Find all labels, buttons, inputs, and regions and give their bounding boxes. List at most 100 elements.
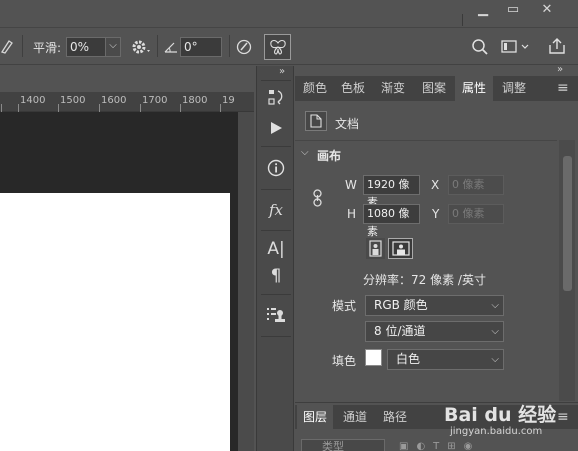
ruler-tick: 1800	[182, 95, 208, 106]
butterfly-icon	[270, 40, 286, 55]
fill-label: 填色	[332, 354, 357, 368]
gear-icon[interactable]	[130, 38, 152, 56]
layer-filter-text: 类型	[322, 440, 344, 451]
layer-filter-select[interactable]: 类型	[301, 439, 385, 451]
minimize-button[interactable]: ▁	[468, 0, 498, 20]
document-type-button	[305, 111, 327, 131]
height-label: H	[347, 207, 357, 221]
properties-scroll-thumb[interactable]	[563, 156, 572, 291]
document-icon	[310, 114, 322, 128]
angle-icon	[164, 42, 177, 53]
width-label: W	[345, 178, 357, 192]
divider	[462, 14, 463, 26]
height-input[interactable]: 1080 像素	[363, 204, 420, 238]
smooth-label: 平滑:	[33, 41, 62, 55]
watermark-brand: Bai du 经验	[444, 404, 557, 426]
y-input[interactable]: 0 像素	[448, 204, 504, 224]
landscape-icon	[392, 241, 410, 256]
chevron-down-icon: ⌵	[491, 354, 499, 365]
character-icon[interactable]: A|	[257, 239, 295, 259]
tab-color[interactable]: 颜色	[297, 76, 333, 101]
tab-layers[interactable]: 图层	[297, 405, 333, 429]
mode-label: 模式	[332, 299, 357, 313]
play-icon[interactable]	[268, 120, 284, 136]
fill-color-swatch[interactable]	[365, 349, 382, 366]
tab-gradients[interactable]: 渐变	[375, 76, 411, 101]
clone-source-icon[interactable]	[266, 306, 286, 324]
section-title: 画布	[317, 149, 342, 163]
angle-input[interactable]: 0°	[180, 37, 222, 57]
history-icon[interactable]	[267, 88, 285, 106]
divider	[261, 336, 291, 337]
divider	[261, 230, 291, 231]
chevron-down-icon[interactable]: ⌵	[301, 147, 309, 158]
watermark-url: jingyan.baidu.com	[450, 426, 543, 437]
tab-adjustments[interactable]: 调整	[495, 76, 533, 101]
collapsed-panel-dock: » fx A| ¶	[256, 66, 294, 451]
chevron-down-icon: ⌵	[491, 326, 499, 337]
document-canvas[interactable]	[0, 193, 230, 451]
divider	[261, 146, 291, 147]
mode-select[interactable]: RGB 颜色 ⌵	[365, 295, 504, 316]
pressure-icon[interactable]	[236, 38, 254, 56]
close-button[interactable]: ✕	[532, 0, 562, 20]
ruler-mark	[18, 104, 19, 112]
share-icon[interactable]	[548, 37, 566, 55]
fill-value: 白色	[396, 352, 421, 366]
tab-swatches[interactable]: 色板	[335, 76, 371, 101]
watermark: Bai du 经验 jingyan.baidu.com	[440, 384, 578, 446]
link-icon[interactable]	[312, 189, 324, 207]
chevron-down-icon: ⌵	[491, 300, 499, 311]
title-bar: ▁ ▭ ✕	[0, 0, 578, 26]
search-icon[interactable]	[471, 38, 489, 56]
ruler-mark	[140, 104, 141, 112]
properties-panel: » 颜色 色板 渐变 图案 属性 调整 ≡ 文档 ⌵ 画布 W 1920 像素 …	[295, 64, 578, 401]
info-icon[interactable]	[267, 159, 285, 177]
collapse-arrows-icon[interactable]: »	[557, 64, 563, 75]
options-bar: 平滑: 0% ⌵ 0°	[0, 27, 578, 65]
ruler-mark	[58, 104, 59, 112]
bit-depth-value: 8 位/通道	[374, 324, 426, 338]
brush-icon[interactable]	[0, 37, 14, 55]
separator	[157, 35, 158, 57]
separator	[22, 35, 23, 57]
ruler-tick: 1500	[60, 95, 86, 106]
tab-properties[interactable]: 属性	[455, 76, 493, 101]
ruler-tick: 1700	[142, 95, 168, 106]
smooth-input[interactable]: 0%	[66, 37, 106, 57]
doc-label: 文档	[335, 117, 360, 131]
tab-paths[interactable]: 路径	[377, 405, 413, 429]
ruler-mark	[1, 104, 2, 112]
maximize-button[interactable]: ▭	[498, 0, 528, 20]
x-label: X	[431, 178, 440, 192]
mode-value: RGB 颜色	[374, 298, 428, 312]
tab-channels[interactable]: 通道	[337, 405, 373, 429]
ruler-tick: 1400	[20, 95, 46, 106]
ruler-tick: 19	[222, 95, 235, 106]
workspace-icon[interactable]	[501, 39, 531, 55]
horizontal-ruler: 1400 1500 1600 1700 1800 19	[0, 92, 254, 112]
separator	[229, 35, 230, 57]
ruler-mark	[99, 104, 100, 112]
divider	[295, 140, 557, 141]
paragraph-icon[interactable]: ¶	[257, 266, 295, 286]
portrait-button[interactable]	[366, 238, 385, 259]
width-input[interactable]: 1920 像素	[363, 175, 420, 209]
panel-menu-icon[interactable]: ≡	[557, 80, 569, 96]
fx-icon[interactable]: fx	[257, 201, 295, 219]
landscape-button[interactable]	[388, 238, 413, 259]
portrait-icon	[369, 240, 382, 257]
x-input[interactable]: 0 像素	[448, 175, 504, 195]
panel-tab-bar: 颜色 色板 渐变 图案 属性 调整 ≡	[295, 76, 578, 101]
ruler-mark	[180, 104, 181, 112]
ruler-tick: 1600	[101, 95, 127, 106]
collapse-arrows-icon[interactable]: »	[279, 66, 285, 77]
y-label: Y	[432, 207, 440, 221]
ruler-mark	[220, 104, 221, 112]
canvas-scrollbar[interactable]	[238, 112, 254, 451]
bit-depth-select[interactable]: 8 位/通道 ⌵	[365, 321, 504, 342]
fill-select[interactable]: 白色 ⌵	[387, 349, 504, 370]
tab-patterns[interactable]: 图案	[416, 76, 452, 101]
chevron-down-icon[interactable]: ⌵	[105, 37, 121, 57]
symmetry-button[interactable]	[264, 34, 291, 60]
